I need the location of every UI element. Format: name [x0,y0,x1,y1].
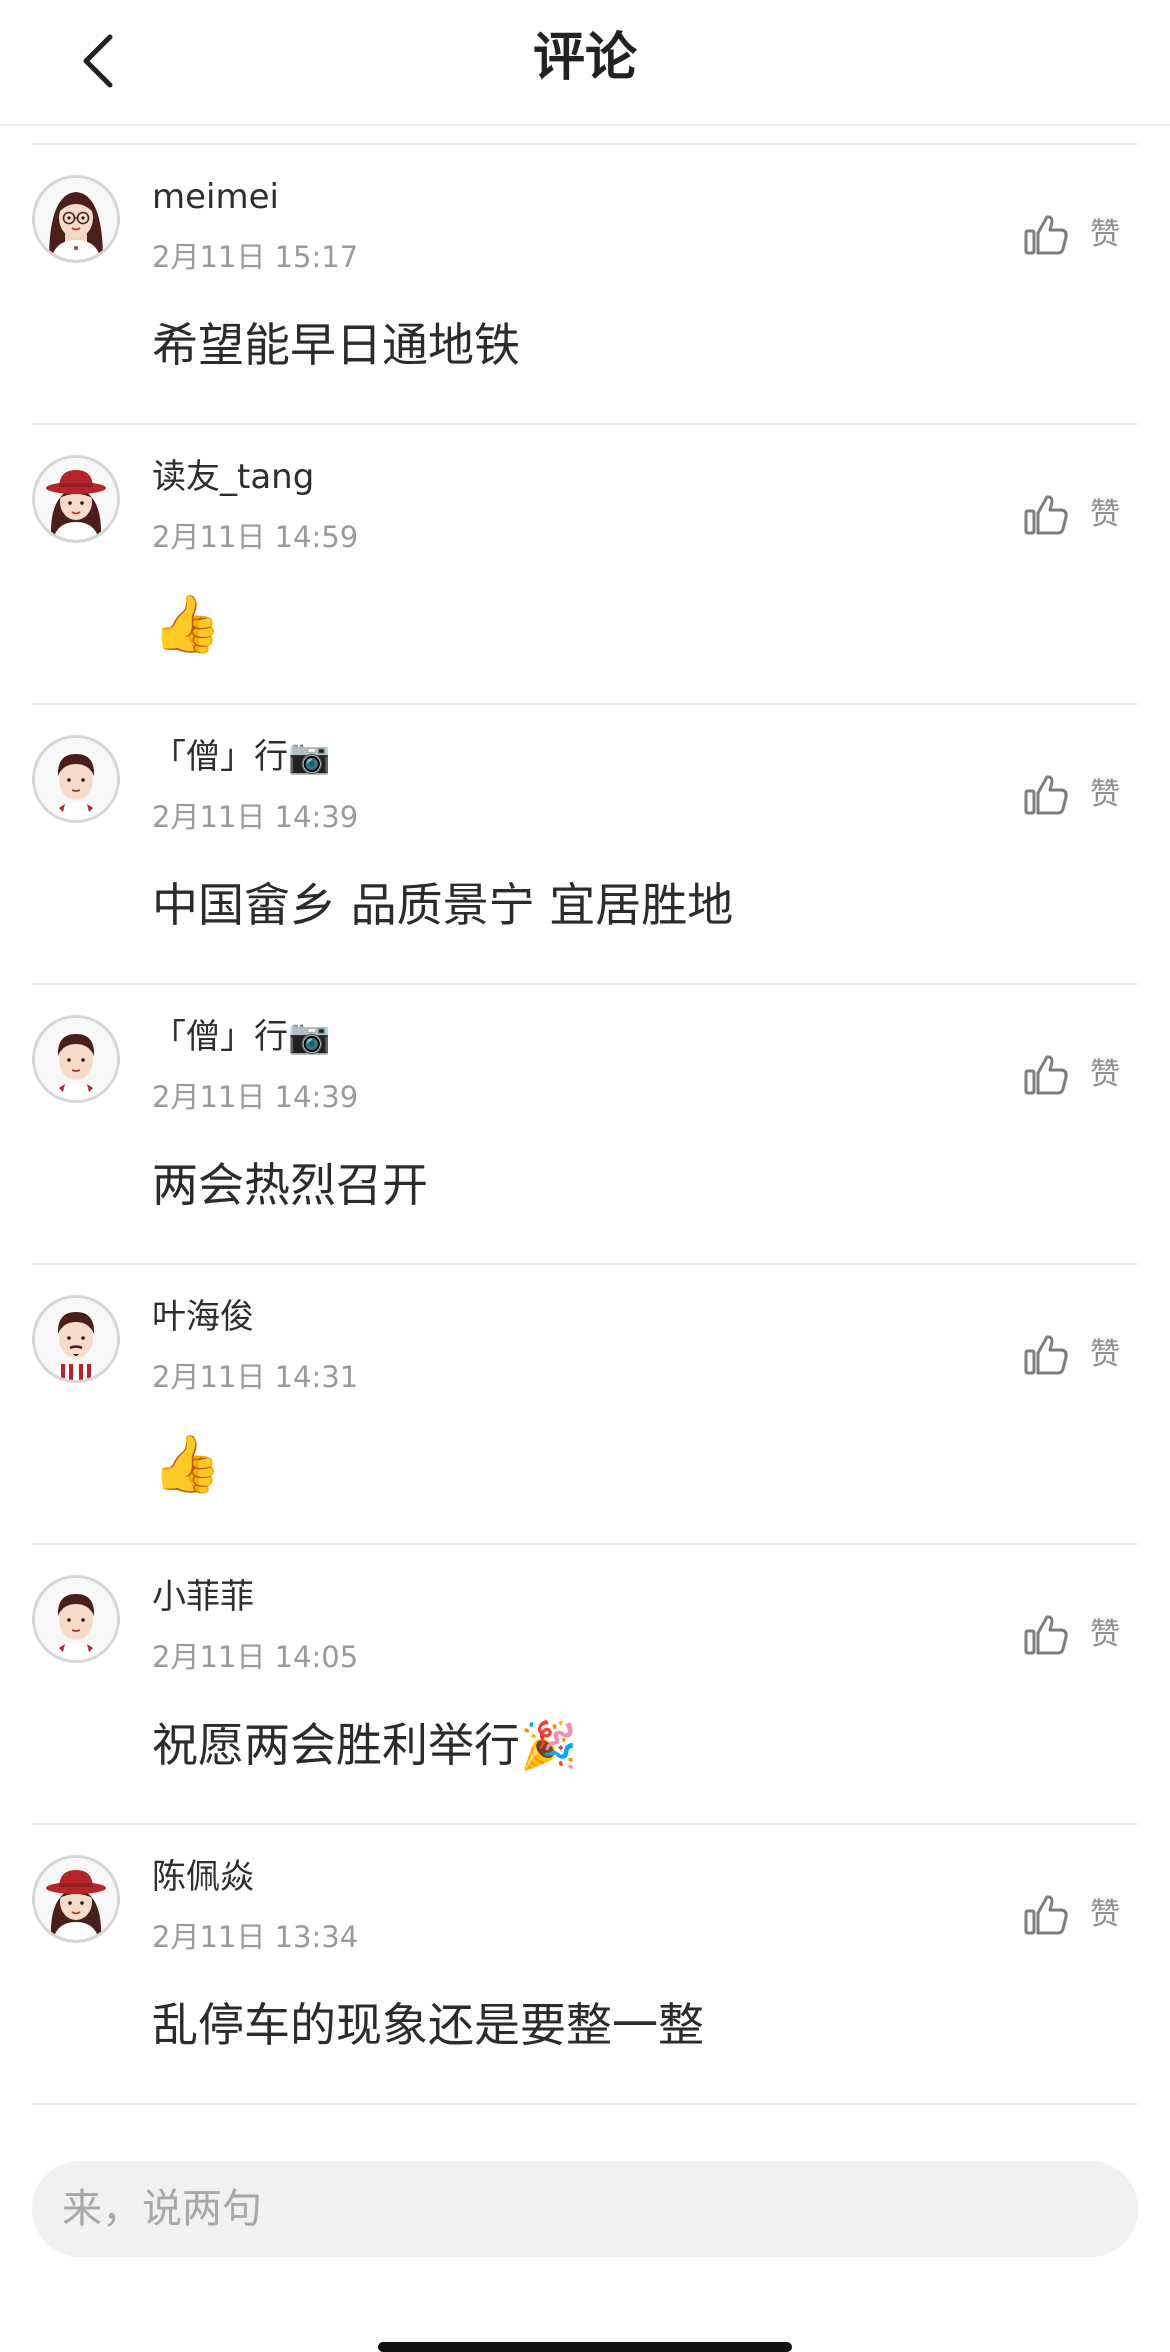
thumbs-up-icon [1024,215,1068,255]
comment-timestamp: 2月11日 14:05 [152,1640,359,1674]
thumbs-up-icon [1024,775,1068,815]
like-label: 赞 [1090,1057,1120,1092]
thumbs-up-icon [1024,1895,1068,1935]
like-button[interactable]: 赞 [1022,485,1152,545]
comment-timestamp: 2月11日 13:34 [152,1920,359,1954]
avatar[interactable] [32,1855,120,1943]
avatar[interactable] [32,1015,120,1103]
like-label: 赞 [1090,777,1120,812]
home-indicator [378,2342,792,2352]
comment-text: 两会热烈召开 [152,1158,428,1212]
avatar[interactable] [32,735,120,823]
comment-text: 👍 [152,1432,222,1497]
comment-username[interactable]: 「僧」行📷 [152,735,330,779]
like-label: 赞 [1090,1897,1120,1932]
like-button[interactable]: 赞 [1022,1605,1152,1665]
like-button[interactable]: 赞 [1022,765,1152,825]
thumbs-up-icon [1024,1615,1068,1655]
comment-item: 「僧」行📷 2月11日 14:39 中国畲乡 品质景宁 宜居胜地 赞 [0,705,1170,985]
avatar[interactable] [32,1575,120,1663]
thumbs-up-icon [1024,1055,1068,1095]
comment-username[interactable]: 读友_tang [152,455,314,499]
like-button[interactable]: 赞 [1022,1325,1152,1385]
comment-item: 读友_tang 2月11日 14:59 👍 赞 [0,425,1170,705]
top-nav-bar: 评论 [0,0,1170,126]
thumbs-up-icon [1024,495,1068,535]
avatar[interactable] [32,175,120,263]
like-label: 赞 [1090,217,1120,252]
like-button[interactable]: 赞 [1022,1045,1152,1105]
comment-text: 希望能早日通地铁 [152,318,520,372]
comment-timestamp: 2月11日 14:59 [152,520,359,554]
avatar[interactable] [32,1295,120,1383]
comment-item: 叶海俊 2月11日 14:31 👍 赞 [0,1265,1170,1545]
comment-item: 陈佩焱 2月11日 13:34 乱停车的现象还是要整一整 赞 [0,1825,1170,2105]
comment-text: 👍 [152,592,222,657]
comment-text: 中国畲乡 品质景宁 宜居胜地 [152,878,734,932]
comment-timestamp: 2月11日 15:17 [152,240,359,274]
like-button[interactable]: 赞 [1022,1885,1152,1945]
comment-username[interactable]: 陈佩焱 [152,1855,254,1899]
comment-timestamp: 2月11日 14:31 [152,1360,359,1394]
comment-timestamp: 2月11日 14:39 [152,800,359,834]
comment-username[interactable]: meimei [152,175,279,219]
comment-input-placeholder: 来，说两句 [62,2186,262,2232]
avatar[interactable] [32,455,120,543]
comment-username[interactable]: 小菲菲 [152,1575,254,1619]
comment-text: 祝愿两会胜利举行🎉 [152,1718,578,1772]
comment-divider [32,2103,1138,2105]
like-label: 赞 [1090,497,1120,532]
comment-input[interactable]: 来，说两句 [32,2161,1138,2257]
comment-item: 小菲菲 2月11日 14:05 祝愿两会胜利举行🎉 赞 [0,1545,1170,1825]
like-button[interactable]: 赞 [1022,205,1152,265]
comment-timestamp: 2月11日 14:39 [152,1080,359,1114]
thumbs-up-icon [1024,1335,1068,1375]
page-title: 评论 [532,28,637,88]
comment-item: 「僧」行📷 2月11日 14:39 两会热烈召开 赞 [0,985,1170,1265]
comment-text: 乱停车的现象还是要整一整 [152,1998,704,2052]
comment-username[interactable]: 叶海俊 [152,1295,254,1339]
comment-username[interactable]: 「僧」行📷 [152,1015,330,1059]
like-label: 赞 [1090,1337,1120,1372]
comment-item: meimei 2月11日 15:17 希望能早日通地铁 赞 [0,145,1170,425]
like-label: 赞 [1090,1617,1120,1652]
